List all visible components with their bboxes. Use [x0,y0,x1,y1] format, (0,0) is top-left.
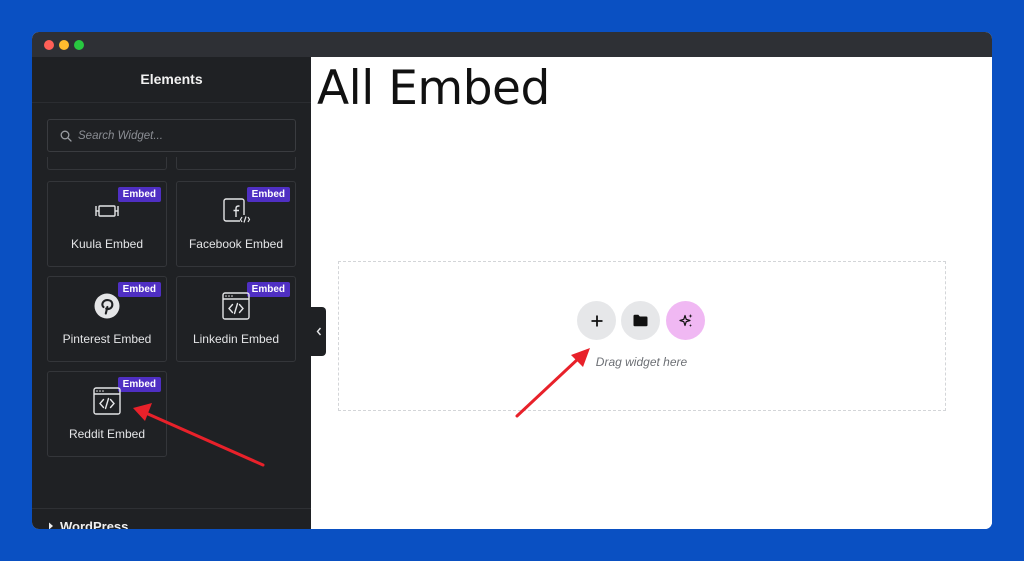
drop-zone[interactable]: Drag widget here [338,261,946,411]
chevron-left-icon [316,327,321,336]
sparkle-icon [678,313,692,327]
widget-reddit-embed[interactable]: Embed Reddit Embed [47,371,167,457]
embed-badge: Embed [117,187,161,202]
editor-canvas: All Embed Drag widget here [311,57,992,529]
embed-badge: Embed [246,282,290,297]
embed-badge: Embed [246,187,290,202]
widget-facebook-embed[interactable]: Embed Facebook Embed [176,181,296,267]
maximize-window-button[interactable] [74,40,84,50]
code-window-icon [93,387,121,415]
widget-label: Pinterest Embed [62,332,152,346]
plus-icon [591,315,602,326]
ai-assistant-button[interactable] [666,301,705,340]
widget-card-partial[interactable] [176,157,296,170]
template-library-button[interactable] [621,301,660,340]
code-window-icon [222,292,250,320]
kuula-panorama-icon [95,205,119,217]
search-box[interactable] [47,119,296,152]
minimize-window-button[interactable] [59,40,69,50]
divider [32,508,311,509]
panel-title: Elements [140,71,203,87]
divider [32,102,311,103]
pinterest-icon [94,293,120,319]
category-label: WordPress [60,518,129,530]
search-icon [60,130,72,142]
embed-badge: Embed [117,377,161,392]
widget-card-partial[interactable] [47,157,167,170]
widget-linkedin-embed[interactable]: Embed Linkedin Embed [176,276,296,362]
embed-badge: Embed [117,282,161,297]
elements-panel: Elements Embed Kuula Embed Emb [32,57,311,529]
category-wordpress[interactable]: WordPress [48,516,128,529]
search-input[interactable] [78,120,288,151]
folder-icon [633,314,648,327]
widget-kuula-embed[interactable]: Embed Kuula Embed [47,181,167,267]
editor-window: Elements Embed Kuula Embed Emb [32,32,992,529]
drop-hint: Drag widget here [595,355,688,369]
widget-label: Linkedin Embed [192,332,280,346]
widget-pinterest-embed[interactable]: Embed Pinterest Embed [47,276,167,362]
title-bar [32,32,992,57]
collapse-panel-button[interactable] [311,307,326,356]
caret-right-icon [49,522,53,529]
close-window-button[interactable] [44,40,54,50]
widget-label: Kuula Embed [70,237,144,251]
add-section-button[interactable] [577,301,616,340]
page-title: All Embed [317,61,550,116]
widget-label: Reddit Embed [68,427,146,441]
widget-label: Facebook Embed [188,237,284,251]
facebook-embed-icon [223,198,251,224]
